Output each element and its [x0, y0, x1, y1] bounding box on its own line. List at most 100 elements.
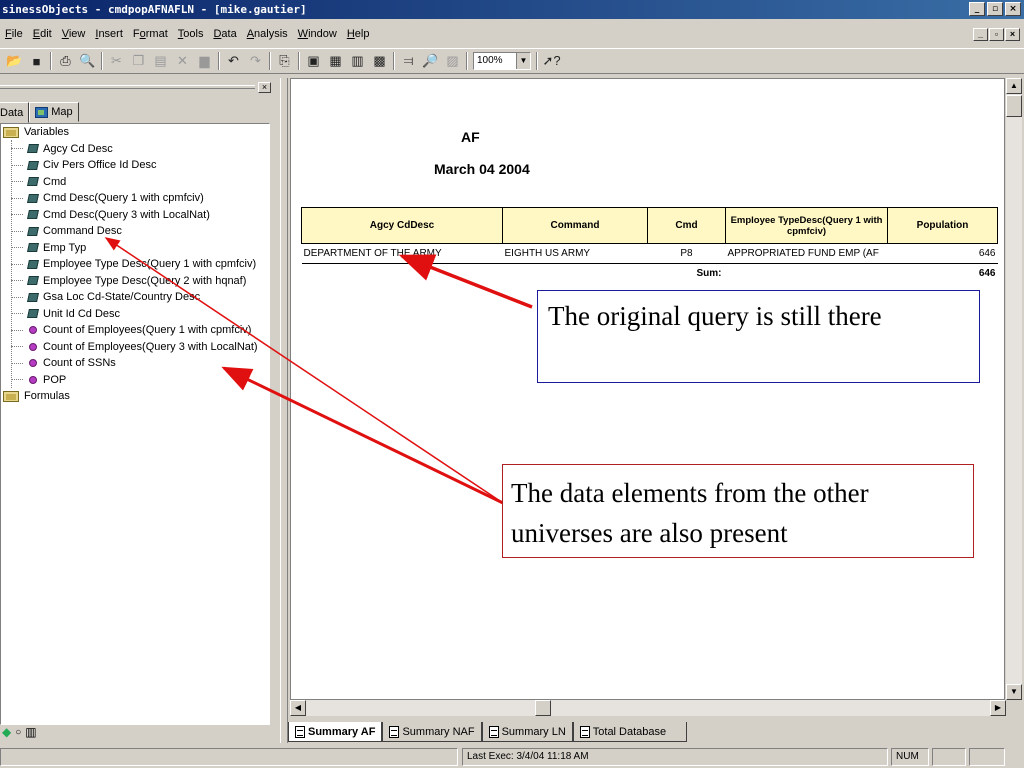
open-icon[interactable]: 📂	[6, 53, 23, 70]
tab-label: Summary LN	[501, 725, 566, 738]
report-icon	[488, 725, 499, 738]
align-icon[interactable]: ⫤	[400, 53, 417, 70]
panel-grip[interactable]	[0, 85, 255, 89]
toolbar-separator	[393, 52, 395, 70]
menu-help[interactable]: Help	[342, 28, 375, 40]
tree-item[interactable]: Unit Id Cd Desc	[11, 306, 120, 323]
column-header[interactable]: Command	[502, 207, 648, 244]
menu-window[interactable]: Window	[293, 28, 342, 40]
doc-close-button[interactable]: ×	[1005, 28, 1020, 41]
undo-icon[interactable]: ↶	[225, 53, 242, 70]
menu-format[interactable]: Format	[128, 28, 173, 40]
clear-icon[interactable]: ▆	[196, 53, 213, 70]
menu-data[interactable]: Data	[208, 28, 241, 40]
tree-item[interactable]: Gsa Loc Cd-State/Country Desc	[11, 289, 200, 306]
status-message	[0, 748, 458, 766]
tree-item[interactable]: Employee Type Desc(Query 1 with cpmfciv)	[11, 256, 256, 273]
copy-icon[interactable]: ❐	[130, 53, 147, 70]
print-icon[interactable]: ⎙	[57, 53, 74, 70]
tree-item[interactable]: Cmd Desc(Query 3 with LocalNat)	[11, 207, 210, 224]
menu-insert[interactable]: Insert	[90, 28, 128, 40]
column-header[interactable]: Employee TypeDesc(Query 1 with cpmfciv)	[725, 207, 888, 244]
standard-toolbar: 📂 ■ ⎙ 🔍 ✂ ❐ ▤ ✕ ▆ ↶ ↷ ⎘ ▣ ▦ ▥ ▩ ⫤ 🔎 ▨ 10…	[0, 48, 1024, 74]
column-header[interactable]: Cmd	[647, 207, 726, 244]
scroll-right-icon[interactable]: ▶	[990, 700, 1006, 716]
close-button[interactable]: ×	[1005, 2, 1021, 16]
tree-item[interactable]: Cmd Desc(Query 1 with cpmfciv)	[11, 190, 204, 207]
horizontal-scrollbar[interactable]: ◀ ▶	[290, 700, 1006, 716]
vertical-scrollbar[interactable]: ▲ ▼	[1006, 78, 1022, 700]
tree-item[interactable]: POP	[11, 372, 66, 389]
dimension-icon	[27, 144, 39, 154]
maximize-button[interactable]: ▫	[987, 2, 1003, 16]
tree-item[interactable]: Cmd	[11, 174, 66, 191]
chevron-down-icon[interactable]: ▼	[516, 53, 530, 69]
toolbar-separator	[50, 52, 52, 70]
print-preview-icon[interactable]: 🔍	[79, 53, 96, 70]
vertical-scroll-thumb[interactable]	[1006, 95, 1022, 117]
tree-item[interactable]: Employee Type Desc(Query 2 with hqnaf)	[11, 273, 246, 290]
tab-total-database[interactable]: Total Database	[572, 722, 688, 742]
tree-item[interactable]: Count of Employees(Query 1 with cpmfciv)	[11, 322, 251, 339]
table-icon[interactable]: ▥	[25, 725, 36, 739]
tree-item[interactable]: Agcy Cd Desc	[11, 141, 113, 158]
menu-tools[interactable]: Tools	[173, 28, 209, 40]
tab-summary-naf[interactable]: Summary NAF	[382, 722, 482, 742]
panel-close-button[interactable]: ×	[258, 82, 271, 93]
scroll-down-icon[interactable]: ▼	[1006, 684, 1022, 700]
doc-minimize-button[interactable]: _	[973, 28, 988, 41]
find-icon[interactable]: ▨	[444, 53, 461, 70]
tab-summary-af[interactable]: Summary AF	[288, 722, 383, 742]
cube-icon[interactable]: ◆	[2, 725, 11, 739]
tab-data[interactable]: Data	[0, 102, 30, 123]
menu-view[interactable]: View	[57, 28, 91, 40]
refresh-data-icon[interactable]: ⎘	[276, 53, 293, 70]
toolbar-separator	[536, 52, 538, 70]
menu-file[interactable]: File	[0, 28, 28, 40]
column-header[interactable]: Agcy CdDesc	[301, 207, 503, 244]
tree-item[interactable]: Emp Typ	[11, 240, 86, 257]
tree-item[interactable]: Count of Employees(Query 3 with LocalNat…	[11, 339, 258, 356]
paste-icon[interactable]: ▤	[152, 53, 169, 70]
tree-item[interactable]: Civ Pers Office Id Desc	[11, 157, 157, 174]
tree-node-variables[interactable]: Variables	[1, 124, 69, 141]
panel-tabs: Data Map	[0, 102, 79, 123]
redo-icon[interactable]: ↷	[247, 53, 264, 70]
slice-dice-icon[interactable]: ▦	[327, 53, 344, 70]
dimension-icon	[27, 259, 39, 269]
table-cell: P8	[647, 243, 726, 264]
tree-item[interactable]: Command Desc	[11, 223, 122, 240]
delete-icon[interactable]: ✕	[174, 53, 191, 70]
structure-view-icon[interactable]: ▥	[349, 53, 366, 70]
tree-node-formulas[interactable]: Formulas	[1, 388, 70, 405]
report-canvas: AF March 04 2004 Agcy CdDesc Command Cmd…	[290, 78, 1005, 700]
scroll-left-icon[interactable]: ◀	[290, 700, 306, 716]
menu-analysis[interactable]: Analysis	[242, 28, 293, 40]
sum-row[interactable]: Sum: 646	[302, 264, 998, 284]
dimension-icon	[27, 276, 39, 286]
tree-item-label: Employee Type Desc(Query 2 with hqnaf)	[43, 274, 247, 287]
scroll-up-icon[interactable]: ▲	[1006, 78, 1022, 94]
horizontal-scroll-thumb[interactable]	[535, 700, 551, 716]
tab-map[interactable]: Map	[29, 102, 79, 122]
menu-edit[interactable]: Edit	[28, 28, 57, 40]
tab-summary-ln[interactable]: Summary LN	[481, 722, 573, 742]
panel-splitter[interactable]	[280, 78, 288, 743]
grid-icon[interactable]: ▩	[371, 53, 388, 70]
report-manager-icon[interactable]: ▣	[305, 53, 322, 70]
column-header[interactable]: Population	[887, 207, 998, 244]
zoom-select[interactable]: 100% ▼	[473, 52, 531, 70]
doc-restore-button[interactable]: ▫	[989, 28, 1004, 41]
cut-icon[interactable]: ✂	[108, 53, 125, 70]
table-row[interactable]: DEPARTMENT OF THE ARMY EIGHTH US ARMY P8…	[301, 243, 998, 264]
dimension-icon	[27, 292, 39, 302]
help-pointer-icon[interactable]: ➚?	[542, 53, 560, 70]
save-icon[interactable]: ■	[28, 53, 45, 70]
minimize-button[interactable]: _	[969, 2, 985, 16]
tree-item[interactable]: Count of SSNs	[11, 355, 116, 372]
tree-item-label: Count of Employees(Query 1 with cpmfciv)	[43, 324, 252, 337]
tree-item-label: Unit Id Cd Desc	[43, 307, 121, 320]
radio-icon[interactable]: ○	[15, 727, 21, 738]
zoom-icon[interactable]: 🔎	[422, 53, 439, 70]
measure-icon	[29, 342, 37, 351]
